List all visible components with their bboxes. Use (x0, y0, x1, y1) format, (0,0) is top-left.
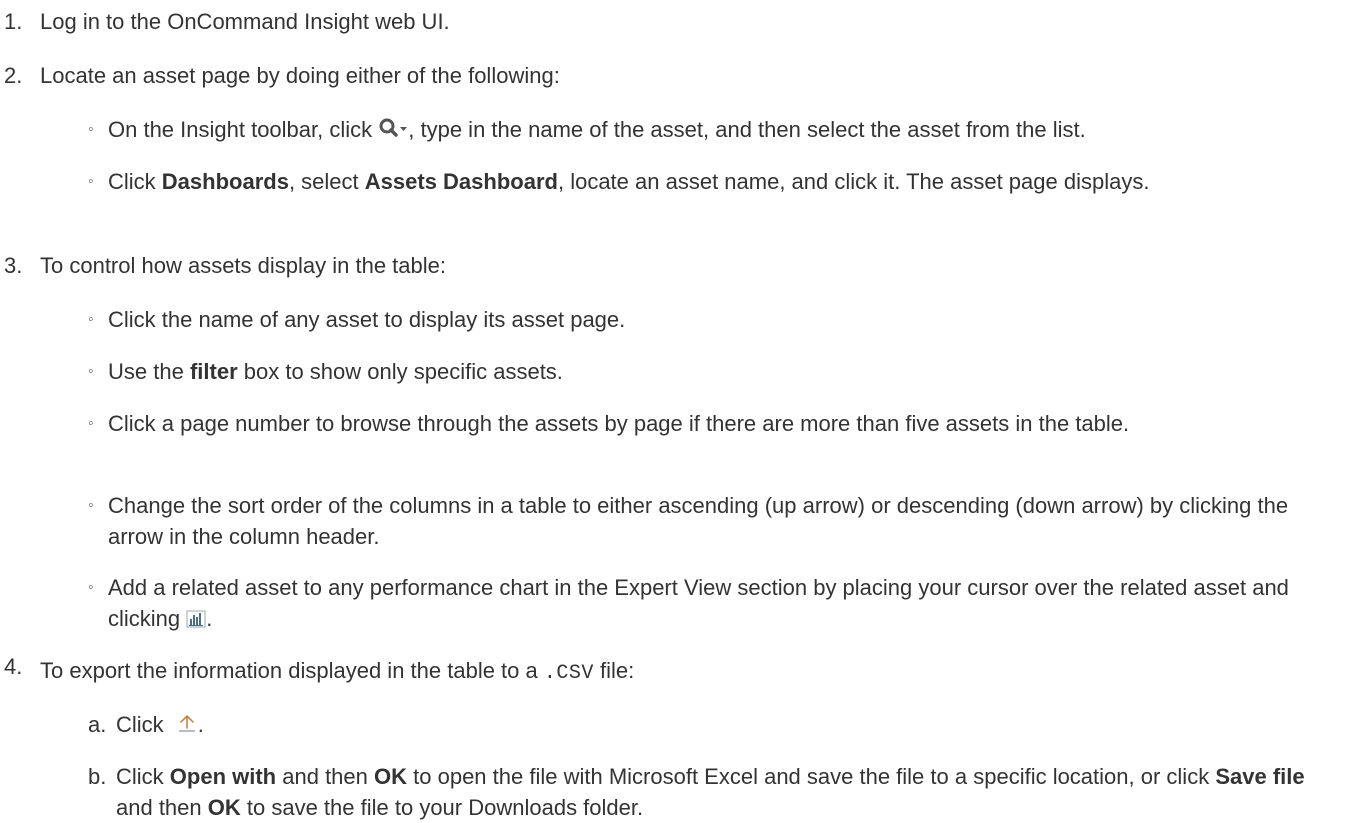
ui-term-ok: OK (374, 764, 408, 789)
step-text: Log in to the OnCommand Insight web UI. (40, 9, 450, 34)
step-number: 2. (4, 63, 23, 88)
substep-label: b. (88, 764, 107, 789)
substep-label: a. (88, 712, 107, 737)
ui-term-dashboards: Dashboards (161, 169, 289, 194)
ui-term-filter: filter (189, 359, 238, 384)
step-text: To control how assets display in the tab… (40, 253, 447, 278)
bullet: ◦ (88, 363, 94, 380)
ui-term-save-file: Save file (1215, 764, 1305, 789)
bullet: ◦ (88, 173, 94, 190)
ui-term-open-with: Open with (169, 764, 277, 789)
search-dropdown-icon[interactable] (378, 116, 408, 147)
step-text: To export the information displayed in t… (40, 658, 635, 685)
export-upload-icon[interactable] (176, 711, 198, 742)
ui-term-ok: OK (207, 795, 241, 820)
bullet: ◦ (88, 497, 94, 514)
step-number: 4. (4, 654, 23, 679)
bullet: ◦ (88, 579, 94, 596)
bar-chart-icon[interactable] (186, 605, 206, 636)
bullet: ◦ (88, 415, 94, 432)
document: 1. Log in to the OnCommand Insight web U… (0, 0, 1353, 820)
bullet: ◦ (88, 121, 94, 138)
step-number: 3. (4, 253, 23, 278)
bullet: ◦ (88, 311, 94, 328)
file-extension-code: .CSV (543, 662, 594, 685)
ui-term-assets-dashboard: Assets Dashboard (364, 169, 558, 194)
step-text: Locate an asset page by doing either of … (40, 63, 560, 88)
step-number: 1. (4, 9, 23, 34)
